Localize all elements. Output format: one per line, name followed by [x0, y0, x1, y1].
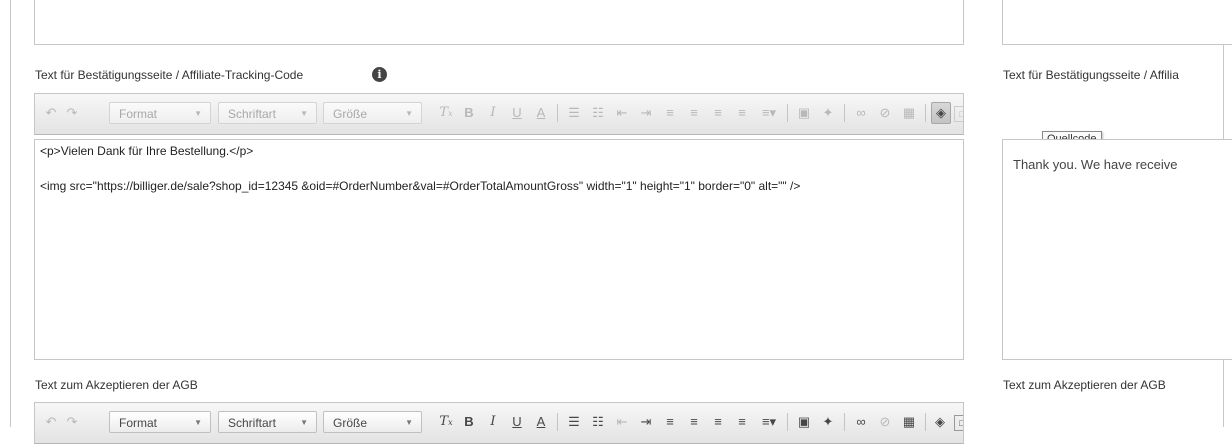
undo-icon[interactable]: ↶: [42, 103, 60, 123]
bullet-list-icon[interactable]: ☷: [589, 103, 607, 123]
toolbar-separator: [925, 104, 926, 122]
italic-button[interactable]: I: [484, 412, 502, 432]
outdent-icon[interactable]: ⇤: [613, 412, 631, 432]
remove-format-icon[interactable]: Tx: [437, 103, 455, 123]
underline-button[interactable]: U: [508, 412, 526, 432]
size-dropdown[interactable]: Größe ▼: [323, 411, 422, 433]
preview-text: Thank you. We have receive: [1013, 157, 1178, 172]
info-icon[interactable]: i: [372, 67, 387, 82]
undo-icon[interactable]: ↶: [42, 412, 60, 432]
bold-button[interactable]: B: [460, 103, 478, 123]
previous-text-box-right[interactable]: [1002, 0, 1232, 45]
remove-format-icon[interactable]: Tx: [437, 412, 455, 432]
indent-icon[interactable]: ⇥: [637, 103, 655, 123]
justify-icon[interactable]: ≡: [733, 412, 751, 432]
image-icon[interactable]: ▣: [795, 412, 813, 432]
image-icon[interactable]: ▣: [795, 103, 813, 123]
editor-toolbar-bottom: ↶ ↷ Format ▼ Schriftart ▼ Größe ▼ Tx B I U …: [34, 402, 964, 444]
toolbar-separator: [787, 413, 788, 431]
align-center-icon[interactable]: ≡: [685, 103, 703, 123]
previous-text-box-left[interactable]: [34, 0, 964, 45]
indent-icon[interactable]: ⇥: [637, 412, 655, 432]
table-icon[interactable]: ▦: [900, 412, 918, 432]
redo-icon[interactable]: ↷: [63, 103, 81, 123]
line-height-icon[interactable]: ≡▾: [757, 412, 781, 432]
align-left-icon[interactable]: ≡: [661, 412, 679, 432]
accept-terms-label-right: Text zum Akzeptieren der AGB: [1003, 378, 1166, 392]
toolbar-separator: [557, 413, 558, 431]
toolbar-separator: [557, 104, 558, 122]
font-dropdown[interactable]: Schriftart ▼: [218, 102, 317, 124]
numbered-list-icon[interactable]: ☰: [565, 412, 583, 432]
align-right-icon[interactable]: ≡: [709, 103, 727, 123]
plugin-icon[interactable]: ✦: [819, 412, 837, 432]
bold-button[interactable]: B: [460, 412, 478, 432]
unlink-icon[interactable]: ⊘: [876, 412, 894, 432]
source-code-editor[interactable]: <p>Vielen Dank für Ihre Bestellung.</p> …: [34, 139, 964, 360]
toolbar-separator: [844, 413, 845, 431]
unlink-icon[interactable]: ⊘: [876, 103, 894, 123]
format-dropdown[interactable]: Format ▼: [109, 411, 211, 433]
link-icon[interactable]: ∞: [852, 412, 870, 432]
size-dropdown[interactable]: Größe ▼: [323, 102, 422, 124]
align-right-icon[interactable]: ≡: [709, 412, 727, 432]
maximize-icon[interactable]: □: [954, 415, 963, 431]
align-left-icon[interactable]: ≡: [661, 103, 679, 123]
toolbar-separator: [787, 104, 788, 122]
align-center-icon[interactable]: ≡: [685, 412, 703, 432]
text-color-button[interactable]: A: [532, 103, 550, 123]
justify-icon[interactable]: ≡: [733, 103, 751, 123]
preview-editor[interactable]: Thank you. We have receive: [1002, 139, 1232, 360]
source-code-button[interactable]: ◈: [931, 412, 949, 432]
italic-button[interactable]: I: [484, 103, 502, 123]
link-icon[interactable]: ∞: [852, 103, 870, 123]
numbered-list-icon[interactable]: ☰: [565, 103, 583, 123]
outdent-icon[interactable]: ⇤: [613, 103, 631, 123]
font-dropdown[interactable]: Schriftart ▼: [218, 411, 317, 433]
underline-button[interactable]: U: [508, 103, 526, 123]
table-icon[interactable]: ▦: [900, 103, 918, 123]
source-code-button[interactable]: ◈: [931, 102, 951, 124]
plugin-icon[interactable]: ✦: [819, 103, 837, 123]
code-line: <img src="https://billiger.de/sale?shop_…: [40, 179, 801, 193]
confirmation-text-label-right: Text für Bestätigungsseite / Affilia: [1003, 68, 1179, 82]
format-dropdown[interactable]: Format ▼: [109, 102, 211, 124]
redo-icon[interactable]: ↷: [63, 412, 81, 432]
bullet-list-icon[interactable]: ☷: [589, 412, 607, 432]
toolbar-separator: [844, 104, 845, 122]
text-color-button[interactable]: A: [532, 412, 550, 432]
line-height-icon[interactable]: ≡▾: [757, 103, 781, 123]
code-line: <p>Vielen Dank für Ihre Bestellung.</p>: [40, 144, 254, 158]
confirmation-text-label: Text für Bestätigungsseite / Affiliate-T…: [35, 68, 304, 82]
accept-terms-label: Text zum Akzeptieren der AGB: [35, 378, 198, 392]
maximize-icon[interactable]: □: [954, 106, 963, 122]
toolbar-separator: [925, 413, 926, 431]
editor-toolbar: ↶ ↷ Format ▼ Schriftart ▼ Größe ▼ Tx B I U …: [34, 93, 964, 135]
